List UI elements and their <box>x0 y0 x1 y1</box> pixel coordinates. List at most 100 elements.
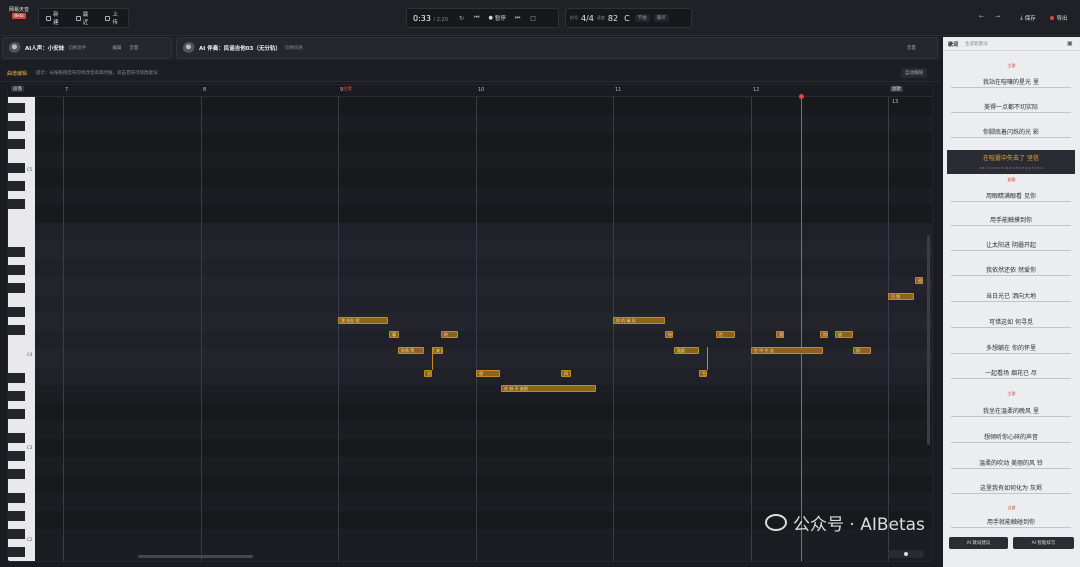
regenerate-lyrics-link[interactable]: 生成新歌词 <box>965 41 988 47</box>
lyric-line[interactable]: 温柔的吹动 美丽的风 铃 <box>951 458 1071 469</box>
note[interactable]: 在 中 光 去 <box>751 347 823 354</box>
lyric-line[interactable]: 用手就能触碰到你 <box>951 517 1071 528</box>
collapse-icon[interactable]: ▣ <box>1067 40 1073 47</box>
note[interactable]: 你 <box>665 331 673 338</box>
vertical-scrollbar[interactable] <box>927 235 930 445</box>
voice-track[interactable]: AI人声：小安妹 切换歌手 编辑 音量 <box>2 37 172 59</box>
app-logo[interactable]: 网易天音 Beta <box>9 7 29 29</box>
bpm-value[interactable]: 82 <box>605 14 621 23</box>
recent-button[interactable]: 最近 <box>69 9 99 27</box>
voice-volume-button[interactable]: 音量 <box>129 45 138 51</box>
timeline-ruler[interactable]: 段落 7 8 9 主歌 10 11 12 副歌 13 <box>8 85 932 105</box>
black-key[interactable] <box>8 529 25 539</box>
save-button[interactable]: ⤓ 保存 <box>1013 10 1043 26</box>
black-key[interactable] <box>8 283 25 293</box>
switch-style-link[interactable]: 切换风格 <box>285 45 303 51</box>
new-button[interactable]: 新建 <box>39 9 69 27</box>
lyric-line[interactable]: 多想躺在 你的怀里 <box>951 343 1071 354</box>
zoom-slider-handle[interactable] <box>904 552 908 556</box>
horizontal-scrollbar[interactable] <box>138 555 253 558</box>
voice-edit-button[interactable]: 编辑 <box>112 45 121 51</box>
accompaniment-track[interactable]: AI 伴奏：民谣吉他03（无分轨） 切换风格 音量 <box>176 37 938 59</box>
note[interactable]: 的 <box>441 331 458 338</box>
black-key[interactable] <box>8 163 25 173</box>
lyric-line[interactable]: 这里我有如何化为 灰烬 <box>951 483 1071 494</box>
black-key[interactable] <box>8 511 25 521</box>
piano-roll[interactable]: 段落 7 8 9 主歌 10 11 12 副歌 13 C5 C4 C3 C2 我… <box>7 84 933 562</box>
note[interactable]: 你 <box>820 331 828 338</box>
black-key[interactable] <box>8 409 25 419</box>
black-key[interactable] <box>8 265 25 275</box>
black-key[interactable] <box>8 391 25 401</box>
loop-icon[interactable]: ↻ <box>454 15 469 22</box>
black-key[interactable] <box>8 139 25 149</box>
playhead-handle[interactable] <box>799 94 804 99</box>
note[interactable]: 生 <box>699 370 707 377</box>
loop-toggle[interactable]: 循环 <box>653 14 669 22</box>
auto-follow-toggle[interactable]: 自动跟随 <box>901 68 927 78</box>
note[interactable]: 在 <box>716 331 735 338</box>
black-key[interactable] <box>8 547 25 557</box>
ai-continue-label: AI 智能续写 <box>1031 541 1056 546</box>
note[interactable]: 嚷 <box>389 331 399 338</box>
note[interactable]: 来 回 <box>433 347 443 354</box>
time-signature[interactable]: 4/4 <box>578 14 597 23</box>
redo-icon[interactable]: → <box>990 13 1005 20</box>
note[interactable]: 你 的 精 彩 <box>613 317 665 324</box>
section-marker-start[interactable]: 段落 <box>11 86 24 92</box>
note[interactable]: 想 <box>476 370 500 377</box>
lyric-line[interactable]: 让太阳进 阴霾开起 <box>951 240 1071 251</box>
black-key[interactable] <box>8 373 25 383</box>
note[interactable]: 光 <box>424 370 432 377</box>
note[interactable]: 我 站在 喧 <box>338 317 388 324</box>
note[interactable]: 归 期 <box>888 293 914 300</box>
black-key[interactable] <box>8 247 25 257</box>
ai-lyrics-suggest-button[interactable]: AI 歌词建议 <box>949 537 1008 549</box>
black-key[interactable] <box>8 181 25 191</box>
lyric-line[interactable]: 我依然还依 然爱你 <box>951 265 1071 276</box>
lyric-line-active[interactable]: 在喧嚣中失去了 坚信 <box>947 150 1075 174</box>
black-key[interactable] <box>8 103 25 113</box>
black-key[interactable] <box>8 433 25 443</box>
black-key[interactable] <box>8 451 25 461</box>
ai-continue-button[interactable]: AI 智能续写 <box>1013 537 1074 549</box>
export-button[interactable]: 导出 <box>1044 10 1074 26</box>
black-key[interactable] <box>8 307 25 317</box>
verse-marker[interactable]: 主歌 <box>341 86 354 92</box>
lyric-line[interactable]: 想倾听你心碎的声音 <box>951 432 1071 443</box>
black-key[interactable] <box>8 199 25 209</box>
upload-button[interactable]: 上传 <box>98 9 128 27</box>
note[interactable]: 阳 <box>853 347 871 354</box>
note[interactable]: 在 林 不 安稳 <box>501 385 596 392</box>
lyric-line[interactable]: 你脚底着闪烁的光 影 <box>951 127 1071 138</box>
metronome-button[interactable]: 节拍 <box>634 14 650 22</box>
accomp-volume-button[interactable]: 音量 <box>907 45 916 51</box>
lyric-line[interactable]: 我站在喧嚷的星光 里 <box>951 77 1071 88</box>
key-value[interactable]: C <box>621 14 633 23</box>
black-key[interactable] <box>8 325 25 335</box>
black-key[interactable] <box>8 493 25 503</box>
lyric-line[interactable]: 美得一点都不切实际 <box>951 102 1071 113</box>
black-key[interactable] <box>8 469 25 479</box>
forward-icon[interactable]: ⏭ <box>510 14 525 22</box>
lyric-line[interactable]: 用手能触摸到你 <box>951 215 1071 226</box>
lyric-line[interactable]: 我坐在温柔的晚风 里 <box>951 406 1071 417</box>
lyric-line[interactable]: 当日光已 洒向大地 <box>951 291 1071 302</box>
lyric-line[interactable]: 用眼睛满眼看 见你 <box>951 191 1071 202</box>
note[interactable]: 间 <box>561 370 571 377</box>
lyric-line[interactable]: 一起看场 烟花已 尽 <box>951 368 1071 379</box>
stop-icon[interactable]: □ <box>525 15 541 22</box>
note[interactable]: 鼓励 <box>674 347 699 354</box>
note[interactable]: 我 <box>776 331 784 338</box>
note[interactable]: 街角 等 <box>398 347 424 354</box>
rewind-icon[interactable]: ⏮ <box>469 14 484 22</box>
lyric-line[interactable]: 可惜这如 何寻觅 <box>951 317 1071 328</box>
switch-singer-link[interactable]: 切换歌手 <box>68 45 86 51</box>
note[interactable]: 给 <box>915 277 923 284</box>
playhead[interactable] <box>801 97 802 561</box>
note[interactable]: 放 <box>835 331 853 338</box>
black-key[interactable] <box>8 121 25 131</box>
undo-icon[interactable]: ← <box>974 13 989 20</box>
pause-button[interactable]: ● 暂停 <box>484 9 509 27</box>
chorus-marker[interactable]: 副歌 <box>890 86 903 92</box>
